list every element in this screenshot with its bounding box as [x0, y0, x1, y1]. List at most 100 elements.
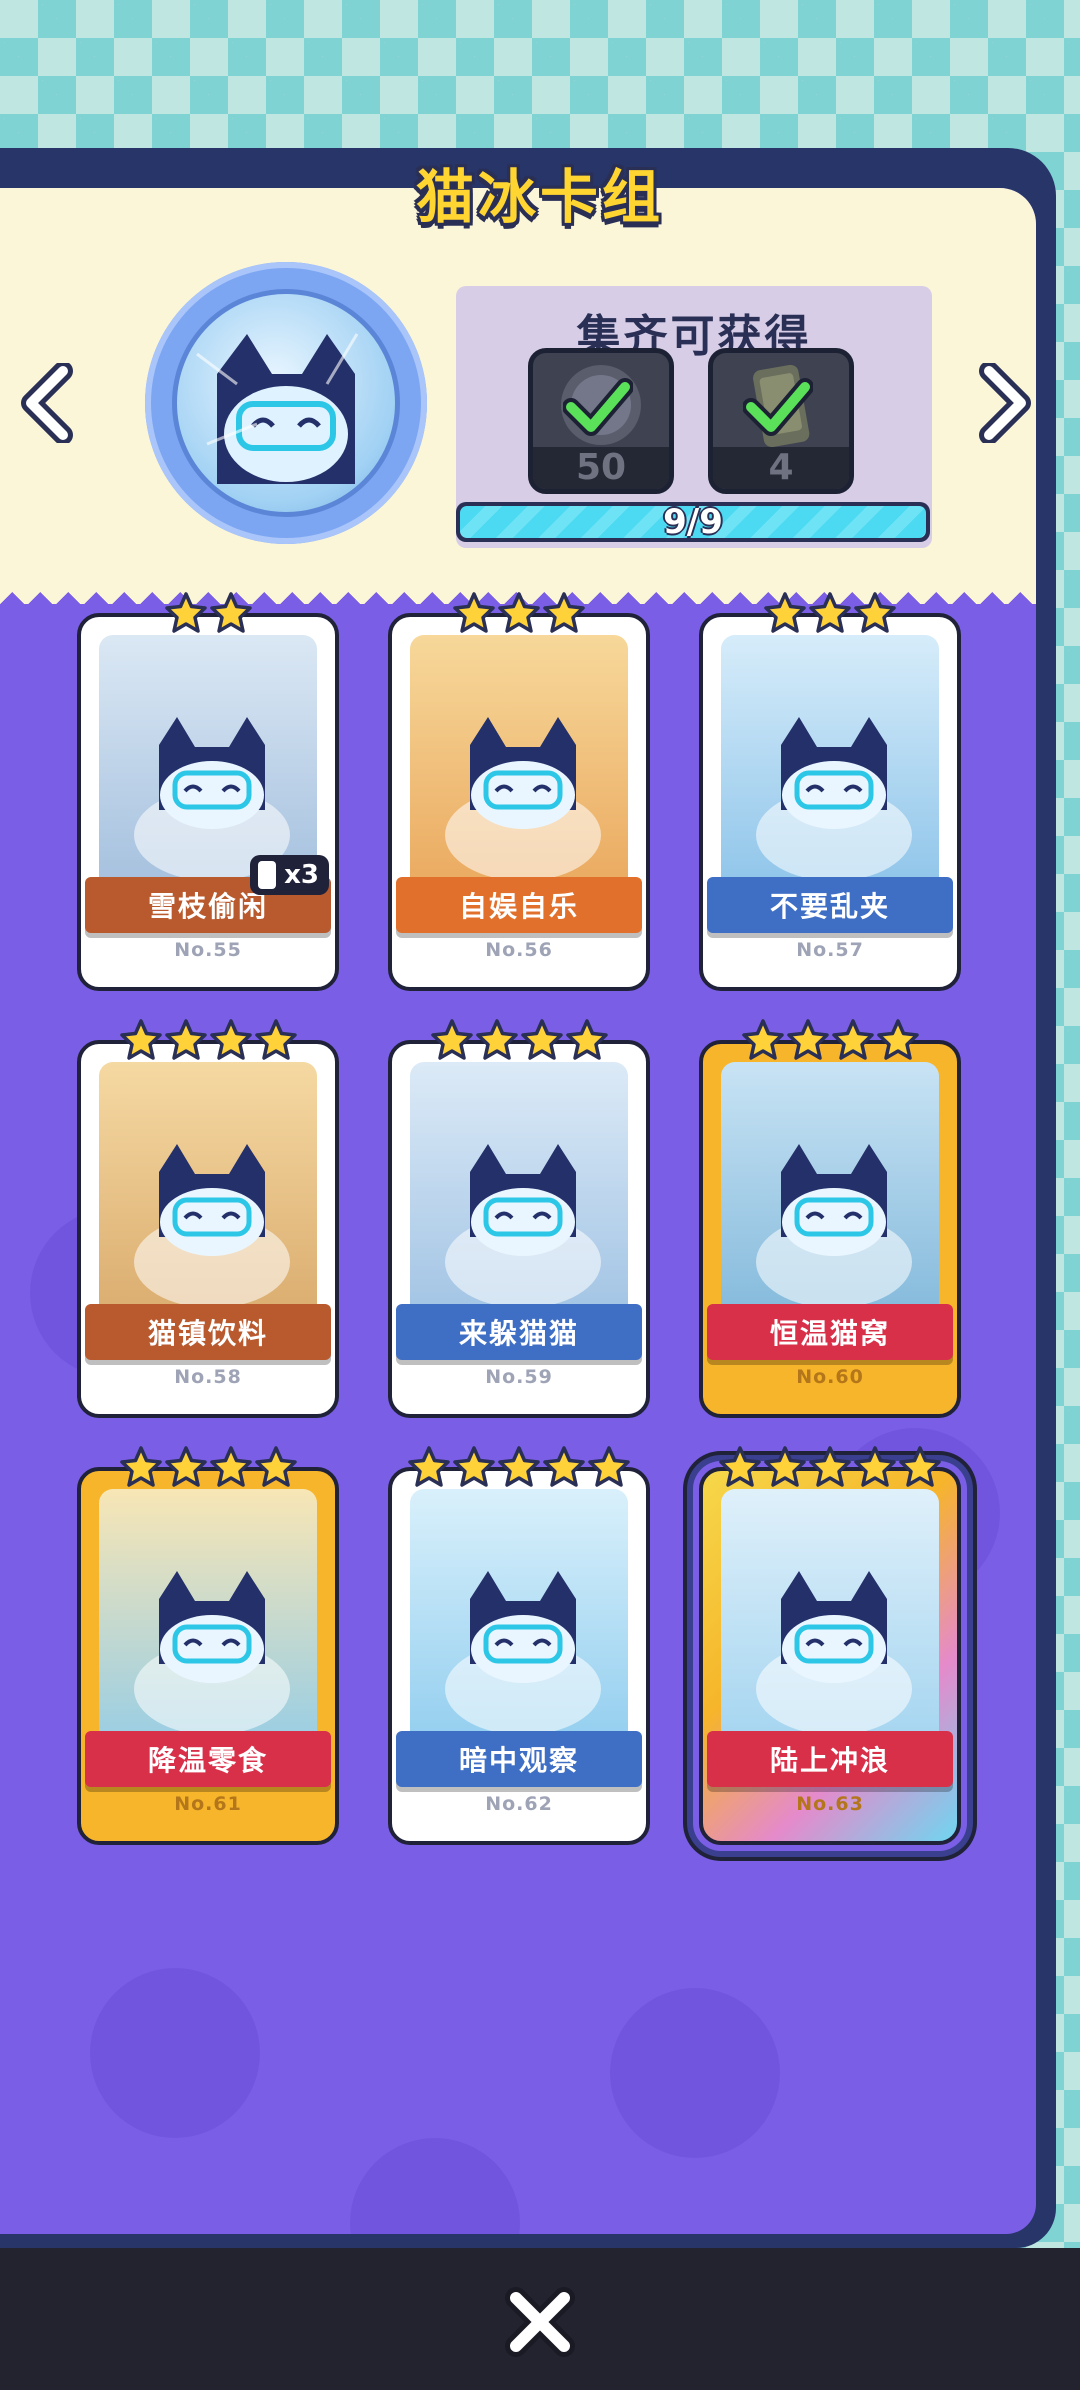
- star-icon: [565, 1019, 608, 1060]
- card-number: No.59: [485, 1366, 553, 1388]
- paw-decoration: [610, 1988, 780, 2158]
- cat-ice-badge-icon: [172, 289, 400, 517]
- star-icon: [453, 1446, 495, 1487]
- star-icon: [741, 1019, 784, 1060]
- page-title: 猫冰卡组: [415, 163, 664, 231]
- star-icon: [543, 1446, 585, 1487]
- star-rating: [703, 1445, 957, 1491]
- star-icon: [786, 1019, 829, 1060]
- card-artwork: [410, 1062, 628, 1342]
- star-icon: [164, 592, 207, 633]
- paw-decoration: [90, 1968, 260, 2138]
- close-icon: [505, 2287, 575, 2357]
- star-icon: [876, 1019, 919, 1060]
- star-icon: [209, 592, 252, 633]
- card-artwork: [721, 1489, 939, 1769]
- card-artwork: [721, 1062, 939, 1342]
- star-icon: [453, 592, 495, 633]
- card-name: 不要乱夹: [707, 877, 953, 933]
- star-icon: [588, 1446, 630, 1487]
- chevron-left-icon: [21, 363, 73, 443]
- card-artwork: [410, 635, 628, 915]
- star-icon: [164, 1019, 207, 1060]
- star-icon: [164, 1446, 207, 1487]
- close-button[interactable]: [498, 2280, 582, 2364]
- checkmark-icon: [563, 378, 633, 436]
- star-rating: [81, 1445, 335, 1491]
- star-icon: [520, 1019, 563, 1060]
- star-icon: [543, 592, 585, 633]
- star-icon: [809, 592, 851, 633]
- card-copy-icon: [258, 861, 277, 889]
- progress-text: 9/9: [663, 502, 723, 542]
- reward-title: 集齐可获得: [576, 311, 812, 362]
- star-rating: [392, 1018, 646, 1064]
- card-item[interactable]: 不要乱夹 No.57: [699, 592, 961, 991]
- star-icon: [430, 1019, 473, 1060]
- star-icon: [719, 1446, 761, 1487]
- star-icon: [209, 1446, 252, 1487]
- star-icon: [764, 592, 806, 633]
- star-icon: [764, 1446, 806, 1487]
- star-icon: [254, 1446, 297, 1487]
- star-rating: [703, 1018, 957, 1064]
- star-icon: [854, 592, 896, 633]
- prev-deck-button[interactable]: [12, 358, 86, 448]
- duplicate-badge: x3: [250, 855, 329, 895]
- star-icon: [498, 1446, 540, 1487]
- reward-item-cat-token[interactable]: 50: [528, 348, 674, 494]
- paw-decoration: [350, 2138, 520, 2234]
- star-icon: [408, 1446, 450, 1487]
- star-icon: [809, 1446, 851, 1487]
- card-item[interactable]: 暗中观察 No.62: [388, 1446, 650, 1845]
- star-icon: [475, 1019, 518, 1060]
- card-artwork: [99, 1489, 317, 1769]
- card-artwork: [99, 1062, 317, 1342]
- card-item[interactable]: 来躲猫猫 No.59: [388, 1019, 650, 1418]
- card-number: No.62: [485, 1793, 553, 1815]
- star-rating: [81, 1018, 335, 1064]
- star-rating: [392, 591, 646, 637]
- card-artwork: [721, 635, 939, 915]
- card-number: No.60: [796, 1366, 864, 1388]
- card-number: No.58: [174, 1366, 242, 1388]
- checkmark-icon: [743, 378, 813, 436]
- star-rating: [703, 591, 957, 637]
- star-icon: [831, 1019, 874, 1060]
- reward-item-phone-card[interactable]: 4: [708, 348, 854, 494]
- card-name: 来躲猫猫: [396, 1304, 642, 1360]
- reward-count: 50: [533, 447, 669, 489]
- card-name: 恒温猫窝: [707, 1304, 953, 1360]
- collection-progress-bar: 9/9: [456, 502, 930, 542]
- card-item[interactable]: 自娱自乐 No.56: [388, 592, 650, 991]
- star-icon: [119, 1446, 162, 1487]
- reward-count: 4: [713, 447, 849, 489]
- card-item[interactable]: 陆上冲浪 No.63: [699, 1446, 961, 1845]
- deck-badge: [145, 262, 427, 544]
- card-number: No.55: [174, 939, 242, 961]
- card-name: 降温零食: [85, 1731, 331, 1787]
- duplicate-count: x3: [284, 860, 319, 890]
- next-deck-button[interactable]: [966, 358, 1040, 448]
- card-item[interactable]: 恒温猫窝 No.60: [699, 1019, 961, 1418]
- chevron-right-icon: [979, 363, 1031, 443]
- star-icon: [899, 1446, 941, 1487]
- card-number: No.56: [485, 939, 553, 961]
- star-icon: [209, 1019, 252, 1060]
- card-number: No.61: [174, 1793, 242, 1815]
- star-icon: [854, 1446, 896, 1487]
- star-icon: [254, 1019, 297, 1060]
- star-rating: [392, 1445, 646, 1491]
- card-item[interactable]: 猫镇饮料 No.58: [77, 1019, 339, 1418]
- star-rating: [81, 591, 335, 637]
- star-icon: [498, 592, 540, 633]
- card-item[interactable]: 降温零食 No.61: [77, 1446, 339, 1845]
- card-item[interactable]: 雪枝偷闲 No.55 x3: [77, 592, 339, 991]
- card-number: No.57: [796, 939, 864, 961]
- card-artwork: [410, 1489, 628, 1769]
- card-name: 猫镇饮料: [85, 1304, 331, 1360]
- card-name: 自娱自乐: [396, 877, 642, 933]
- card-number: No.63: [796, 1793, 864, 1815]
- card-name: 暗中观察: [396, 1731, 642, 1787]
- star-icon: [119, 1019, 162, 1060]
